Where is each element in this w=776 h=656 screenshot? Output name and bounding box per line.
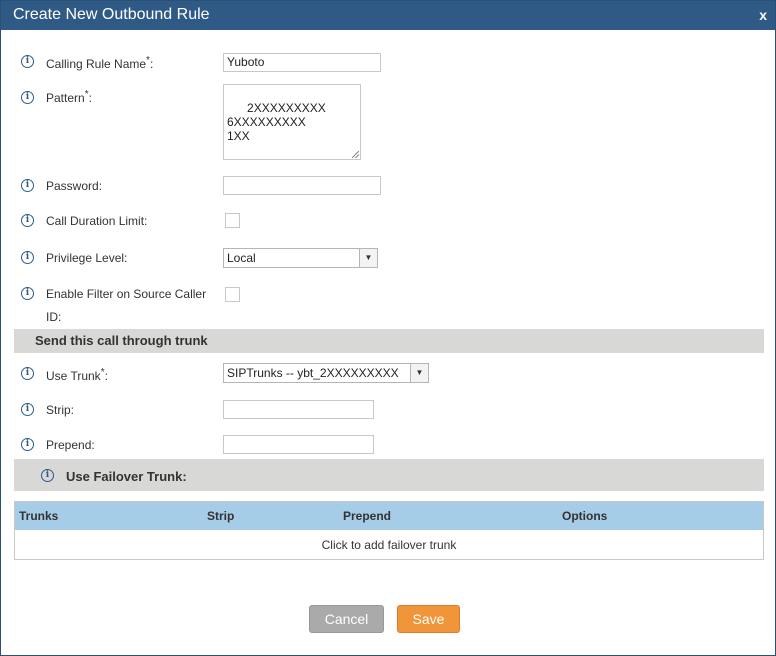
info-icon[interactable]: i [21, 287, 34, 300]
calling-rule-name-input[interactable]: Yuboto [223, 53, 381, 72]
dialog-titlebar: Create New Outbound Rule x [1, 1, 775, 30]
privilege-level-value: Local [227, 251, 256, 265]
pattern-row: i Pattern*: 2XXXXXXXXX 6XXXXXXXXX 1XX [1, 84, 775, 160]
calling-rule-name-label: Calling Rule Name*: [46, 55, 154, 71]
calling-rule-name-row: i Calling Rule Name*: Yuboto [1, 53, 775, 73]
prepend-row: i Prepend: [1, 435, 775, 455]
info-icon[interactable]: i [41, 469, 54, 482]
strip-row: i Strip: [1, 400, 775, 420]
privilege-level-label: Privilege Level: [46, 251, 128, 265]
failover-section-header: i Use Failover Trunk: [14, 459, 764, 491]
enable-filter-label-line2: ID: [46, 310, 62, 324]
column-header-trunks: Trunks [19, 509, 59, 523]
info-icon[interactable]: i [21, 179, 34, 192]
use-trunk-value: SIPTrunks -- ybt_2XXXXXXXXX [227, 366, 399, 380]
info-icon[interactable]: i [21, 214, 34, 227]
use-trunk-select[interactable]: SIPTrunks -- ybt_2XXXXXXXXX ▼ [223, 363, 429, 383]
strip-label: Strip: [46, 403, 75, 417]
chevron-down-icon[interactable]: ▼ [410, 364, 428, 382]
pattern-label: Pattern*: [46, 89, 92, 105]
pattern-value: 2XXXXXXXXX 6XXXXXXXXX 1XX [227, 101, 326, 143]
use-trunk-row: i Use Trunk*: SIPTrunks -- ybt_2XXXXXXXX… [1, 363, 775, 383]
table-header: Trunks Strip Prepend Options [15, 502, 763, 530]
column-header-options: Options [562, 509, 608, 523]
pattern-textarea[interactable]: 2XXXXXXXXX 6XXXXXXXXX 1XX [223, 84, 361, 160]
call-duration-limit-checkbox[interactable] [225, 213, 240, 228]
cancel-button[interactable]: Cancel [309, 605, 384, 633]
enable-filter-row: i Enable Filter on Source Caller ID: [1, 284, 775, 324]
password-input[interactable] [223, 176, 381, 195]
column-header-prepend: Prepend [343, 509, 392, 523]
info-icon[interactable]: i [21, 251, 34, 264]
failover-section-title: Use Failover Trunk: [66, 469, 187, 484]
create-outbound-rule-dialog: Create New Outbound Rule x i Calling Rul… [0, 0, 776, 656]
enable-filter-label-line1: Enable Filter on Source Caller [46, 287, 207, 301]
dialog-title: Create New Outbound Rule [13, 6, 210, 23]
chevron-down-icon[interactable]: ▼ [359, 249, 377, 267]
trunk-section-header: Send this call through trunk [14, 329, 764, 353]
failover-trunk-table: Trunks Strip Prepend Options Click to ad… [14, 501, 764, 560]
enable-filter-checkbox[interactable] [225, 287, 240, 302]
password-row: i Password: [1, 176, 775, 196]
password-label: Password: [46, 179, 103, 193]
privilege-level-row: i Privilege Level: Local ▼ [1, 248, 775, 268]
info-icon[interactable]: i [21, 403, 34, 416]
use-trunk-label: Use Trunk*: [46, 367, 108, 383]
info-icon[interactable]: i [21, 438, 34, 451]
privilege-level-select[interactable]: Local ▼ [223, 248, 378, 268]
trunk-section-title: Send this call through trunk [35, 333, 208, 348]
save-button[interactable]: Save [397, 605, 460, 633]
prepend-label: Prepend: [46, 438, 95, 452]
info-icon[interactable]: i [21, 367, 34, 380]
info-icon[interactable]: i [21, 55, 34, 68]
call-duration-limit-label: Call Duration Limit: [46, 214, 148, 228]
add-failover-trunk-link[interactable]: Click to add failover trunk [15, 538, 763, 552]
column-header-strip: Strip [207, 509, 235, 523]
close-icon[interactable]: x [759, 7, 767, 23]
prepend-input[interactable] [223, 435, 374, 454]
resize-grip-icon[interactable] [352, 151, 359, 158]
info-icon[interactable]: i [21, 91, 34, 104]
strip-input[interactable] [223, 400, 374, 419]
call-duration-limit-row: i Call Duration Limit: [1, 212, 775, 230]
